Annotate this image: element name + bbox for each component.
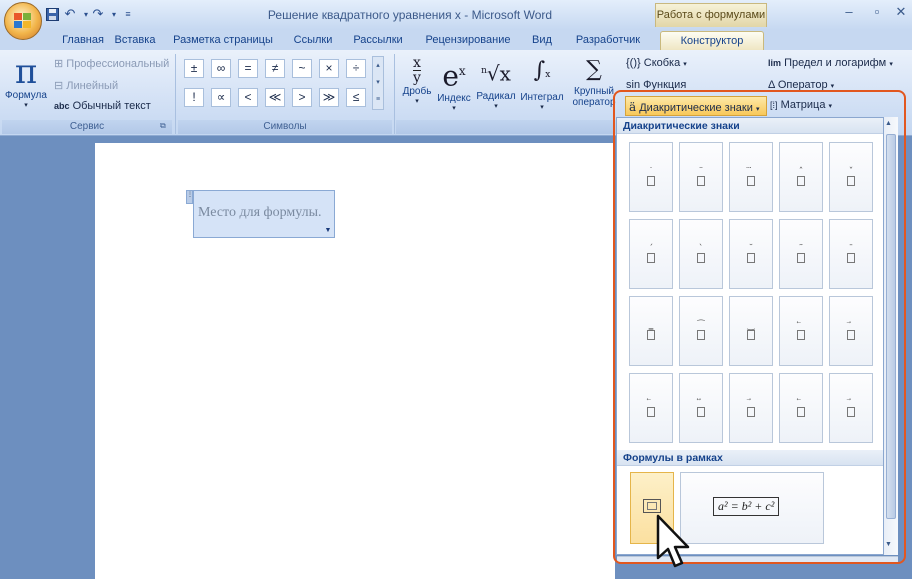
formula-placeholder-text: Место для формулы. <box>198 205 322 220</box>
symbol-button-6[interactable]: ÷ <box>346 59 366 78</box>
dialog-launcher-icon[interactable]: ⧉ <box>160 121 166 131</box>
formula-button[interactable]: π Формула ▾ <box>4 54 48 118</box>
close-icon[interactable]: ✕ <box>890 4 912 20</box>
service-group-label: Сервис <box>2 120 172 134</box>
chevron-down-icon: ▾ <box>452 105 456 113</box>
window-title: Решение квадратного уравнения x - Micros… <box>267 8 553 22</box>
pi-icon: π <box>14 52 38 92</box>
tab-review[interactable]: Рецензирование <box>420 31 516 50</box>
context-tab-title: Работа с формулами <box>655 3 767 27</box>
tab-insert[interactable]: Вставка <box>110 31 160 50</box>
minimize-icon[interactable]: – <box>838 4 860 20</box>
linear-icon: ⊟ <box>54 80 64 92</box>
customize-qat-icon[interactable]: ≡ <box>120 6 136 22</box>
index-button[interactable]: ex Индекс ▾ <box>436 54 472 118</box>
chevron-down-icon: ▾ <box>24 102 28 109</box>
chevron-down-icon: ▾ <box>494 102 498 110</box>
radical-button[interactable]: n√x Радикал ▾ <box>474 54 518 118</box>
professional-label: Профессиональный <box>66 58 170 70</box>
professional-button[interactable]: ⊞ Профессиональный <box>54 57 174 71</box>
formula-options-chevron-icon[interactable]: ▼ <box>322 227 334 237</box>
linear-label: Линейный <box>66 80 119 92</box>
symbol-button-2[interactable]: = <box>238 59 258 78</box>
chevron-down-icon: ▾ <box>415 98 419 105</box>
normal-text-label: Обычный текст <box>72 100 151 112</box>
document-page[interactable] <box>95 143 615 579</box>
integral-icon: ∫x <box>533 58 551 83</box>
chevron-down-icon: ▾ <box>889 61 893 68</box>
office-button[interactable] <box>4 2 42 40</box>
chevron-down-icon: ▾ <box>830 83 835 90</box>
bracket-button[interactable]: {()} Скобка ▾ <box>626 57 746 71</box>
limit-log-button[interactable]: lim Предел и логарифм ▾ <box>768 57 908 71</box>
symbol-button-3[interactable]: ≪ <box>265 88 285 107</box>
tab-view[interactable]: Вид <box>528 31 556 50</box>
symbol-button-5[interactable]: × <box>319 59 339 78</box>
tab-home[interactable]: Главная <box>58 31 108 50</box>
redo-icon[interactable]: ↷ <box>90 6 106 22</box>
symbol-button-1[interactable]: ∝ <box>211 88 231 107</box>
index-label: Индекс <box>437 93 471 105</box>
structures-group-label <box>396 120 616 134</box>
formula-handle[interactable]: ⋮ <box>186 190 193 204</box>
bracket-label: Скобка <box>643 57 681 69</box>
professional-icon: ⊞ <box>54 58 64 70</box>
highlight-frame <box>613 90 906 564</box>
fraction-button[interactable]: xy Дробь ▾ <box>398 54 436 118</box>
tab-mailings[interactable]: Рассылки <box>348 31 408 50</box>
tab-design[interactable]: Конструктор <box>660 31 764 50</box>
integral-button[interactable]: ∫x Интеграл ▾ <box>518 54 566 118</box>
symbol-button-5[interactable]: ≫ <box>319 88 339 107</box>
radical-label: Радикал <box>476 90 516 102</box>
maximize-icon[interactable]: ▫ <box>866 4 888 20</box>
mouse-cursor-icon <box>656 514 690 568</box>
symbol-button-3[interactable]: ≠ <box>265 59 285 78</box>
symbols-group-label: Символы <box>178 120 392 134</box>
undo-icon[interactable]: ↶ <box>62 6 78 22</box>
normal-text-prefix: abc <box>54 101 70 111</box>
integral-label: Интеграл <box>520 92 564 103</box>
fraction-icon: xy <box>413 55 421 86</box>
symbol-button-4[interactable]: > <box>292 88 312 107</box>
limit-log-label: Предел и логарифм <box>784 57 887 69</box>
tab-page-layout[interactable]: Разметка страницы <box>172 31 274 50</box>
symbols-scroll[interactable]: ▴ ▾ ≡ <box>372 56 384 110</box>
limit-icon: lim <box>768 58 782 68</box>
symbol-button-0[interactable]: ± <box>184 59 204 78</box>
bracket-icon: {()} <box>626 57 641 69</box>
symbol-button-0[interactable]: ! <box>184 88 204 107</box>
symbol-button-6[interactable]: ≤ <box>346 88 366 107</box>
tab-references[interactable]: Ссылки <box>290 31 336 50</box>
save-icon[interactable] <box>44 6 60 22</box>
group-separator <box>394 54 395 134</box>
group-separator <box>175 54 176 134</box>
symbol-button-4[interactable]: ~ <box>292 59 312 78</box>
symbol-button-1[interactable]: ∞ <box>211 59 231 78</box>
symbol-button-2[interactable]: < <box>238 88 258 107</box>
normal-text-button[interactable]: abc Обычный текст <box>54 100 174 114</box>
radical-icon: n√x <box>481 61 511 86</box>
fraction-label: Дробь <box>402 86 432 97</box>
formula-placeholder-box[interactable]: Место для формулы. <box>193 190 335 238</box>
sum-icon: ∑ <box>586 57 602 82</box>
office-logo-icon <box>14 13 31 28</box>
linear-button[interactable]: ⊟ Линейный <box>54 79 174 93</box>
formula-label: Формула <box>5 90 47 101</box>
chevron-down-icon: ▾ <box>540 104 544 111</box>
chevron-down-icon: ▾ <box>683 61 687 68</box>
index-icon: ex <box>442 59 466 93</box>
tab-developer[interactable]: Разработчик <box>570 31 646 50</box>
